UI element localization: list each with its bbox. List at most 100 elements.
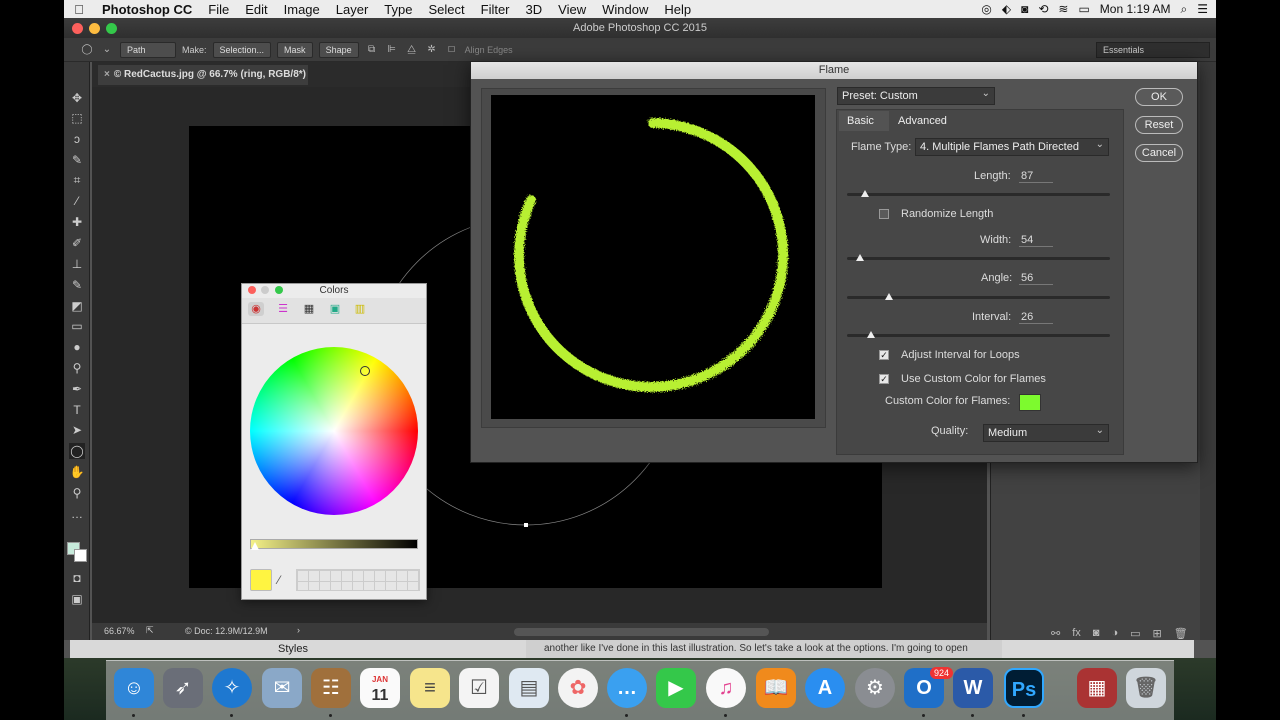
marquee-tool-icon[interactable]: ⬚ <box>69 110 85 126</box>
length-slider[interactable] <box>847 190 1110 197</box>
menu-window[interactable]: Window <box>594 2 656 17</box>
spotlight-icon[interactable]: ⌕ <box>1181 2 1188 17</box>
notes-icon[interactable]: ≡ <box>410 668 450 708</box>
eraser-tool-icon[interactable]: ◩ <box>69 298 85 314</box>
color-wheel-crosshair[interactable] <box>360 366 370 376</box>
app-store-icon[interactable]: A <box>805 668 845 708</box>
contacts-icon[interactable]: ☷ <box>311 668 351 708</box>
clone-stamp-tool-icon[interactable]: ⊥ <box>69 256 85 272</box>
zoom-tool-icon[interactable]: ⚲ <box>69 485 85 501</box>
styles-label[interactable]: Styles <box>278 640 308 658</box>
dropbox-icon[interactable]: ⬖ <box>1002 2 1011 16</box>
history-brush-tool-icon[interactable]: ✎ <box>69 277 85 293</box>
link-layers-icon[interactable]: ⚯ <box>1051 627 1060 640</box>
menu-filter[interactable]: Filter <box>473 2 518 17</box>
doc-size[interactable]: © Doc: 12.9M/12.9M <box>185 626 268 636</box>
color-wheel[interactable] <box>250 347 418 515</box>
fx-icon[interactable]: fx <box>1072 627 1081 640</box>
image-folder-icon[interactable]: ▦ <box>1077 668 1117 708</box>
photos-icon[interactable]: ✿ <box>558 668 598 708</box>
add-mask-icon[interactable]: ◙ <box>1093 627 1100 640</box>
menu-app-name[interactable]: Photoshop CC <box>94 2 200 17</box>
path-operations-icon[interactable]: ⧉ <box>365 44 379 56</box>
gradient-tool-icon[interactable]: ▭ <box>69 318 85 334</box>
menu-view[interactable]: View <box>550 2 594 17</box>
flame-type-select[interactable]: 4. Multiple Flames Path Directed <box>915 137 1109 156</box>
color-wheel-icon[interactable]: ◉ <box>248 302 264 316</box>
length-field[interactable]: 87 <box>1019 170 1053 183</box>
close-document-icon[interactable]: × <box>104 69 110 80</box>
system-preferences-icon[interactable]: ⚙ <box>855 668 895 708</box>
battery-icon[interactable]: ▭ <box>1078 2 1089 16</box>
menu-file[interactable]: File <box>200 2 237 17</box>
lasso-tool-icon[interactable]: ↄ <box>69 131 85 147</box>
brightness-slider[interactable] <box>250 539 418 549</box>
menu-layer[interactable]: Layer <box>328 2 377 17</box>
mail-bird-icon[interactable]: ✉ <box>262 668 302 708</box>
camera-icon[interactable]: ◙ <box>1021 2 1028 16</box>
pen-tool-icon[interactable]: ✒ <box>69 381 85 397</box>
reminders-icon[interactable]: ☑ <box>459 668 499 708</box>
zoom-window-button[interactable] <box>106 23 117 34</box>
screen-mode-icon[interactable]: ▣ <box>69 591 85 607</box>
crop-tool-icon[interactable]: ⌗ <box>69 172 85 188</box>
make-shape-button[interactable]: Shape <box>318 41 359 58</box>
align-edges-checkbox[interactable]: ☐ <box>445 44 459 56</box>
background-color-swatch[interactable] <box>74 549 87 562</box>
interval-slider[interactable] <box>847 331 1110 338</box>
gear-icon[interactable]: ✲ <box>425 44 439 56</box>
blur-tool-icon[interactable]: ● <box>69 339 85 355</box>
image-palettes-icon[interactable]: ▣ <box>327 302 343 316</box>
use-custom-color-checkbox[interactable]: ✓ <box>879 374 889 384</box>
flame-preview[interactable] <box>491 95 815 419</box>
itunes-icon[interactable]: ♫ <box>706 668 746 708</box>
document-tab[interactable]: × © RedCactus.jpg @ 66.7% (ring, RGB/8*) … <box>98 65 308 100</box>
width-slider[interactable] <box>847 254 1110 261</box>
tab-advanced[interactable]: Advanced <box>891 111 951 131</box>
ok-button[interactable]: OK <box>1135 88 1183 106</box>
adjust-interval-checkbox[interactable]: ✓ <box>879 350 889 360</box>
interval-slider-thumb[interactable] <box>866 331 875 338</box>
saved-swatches-grid[interactable] <box>296 569 420 591</box>
length-slider-thumb[interactable] <box>861 190 870 197</box>
reset-button[interactable]: Reset <box>1135 116 1183 134</box>
randomize-length-checkbox[interactable] <box>879 209 889 219</box>
cancel-button[interactable]: Cancel <box>1135 144 1183 162</box>
facetime-icon[interactable]: ▶ <box>656 668 696 708</box>
preset-select[interactable]: Preset: Custom <box>837 86 995 105</box>
healing-brush-tool-icon[interactable]: ✚ <box>69 214 85 230</box>
make-selection-button[interactable]: Selection... <box>212 41 272 58</box>
chevron-down-icon[interactable]: ⌄ <box>100 44 114 56</box>
menu-image[interactable]: Image <box>276 2 328 17</box>
ellipse-tool-icon[interactable]: ◯ <box>69 443 85 459</box>
eyedropper-tool-icon[interactable]: ⁄ <box>69 193 85 209</box>
quality-select[interactable]: Medium <box>983 423 1109 442</box>
minimize-window-button[interactable] <box>89 23 100 34</box>
color-palettes-icon[interactable]: ▦ <box>301 302 317 316</box>
menu-select[interactable]: Select <box>420 2 472 17</box>
photoshop-icon[interactable]: Ps <box>1004 668 1044 708</box>
quick-selection-tool-icon[interactable]: ✎ <box>69 152 85 168</box>
type-tool-icon[interactable]: T <box>69 402 85 418</box>
angle-field[interactable]: 56 <box>1019 272 1053 285</box>
more-tools-icon[interactable]: … <box>69 506 85 522</box>
finder-icon[interactable]: ☺ <box>114 668 154 708</box>
path-alignment-icon[interactable]: ⊫ <box>385 44 399 56</box>
close-window-button[interactable] <box>72 23 83 34</box>
creative-cloud-icon[interactable]: ◎ <box>981 2 991 16</box>
new-layer-icon[interactable]: ⊞ <box>1153 627 1162 640</box>
calendar-icon[interactable]: JAN 11 <box>360 668 400 708</box>
trash-icon[interactable]: 🗑 <box>1174 627 1188 640</box>
quick-mask-icon[interactable]: ◘ <box>69 570 85 586</box>
messages-icon[interactable]: … <box>607 668 647 708</box>
time-machine-icon[interactable]: ⟲ <box>1038 2 1048 16</box>
dodge-tool-icon[interactable]: ⚲ <box>69 360 85 376</box>
word-icon[interactable]: W <box>953 668 993 708</box>
move-tool-icon[interactable]: ✥ <box>69 90 85 106</box>
current-color-swatch[interactable] <box>250 569 272 591</box>
share-icon[interactable]: ⇱ <box>146 625 154 636</box>
hand-tool-icon[interactable]: ✋ <box>69 464 85 480</box>
notification-center-icon[interactable]: ☰ <box>1197 2 1208 16</box>
angle-slider[interactable] <box>847 293 1110 300</box>
pencils-icon[interactable]: ▥ <box>352 302 368 316</box>
